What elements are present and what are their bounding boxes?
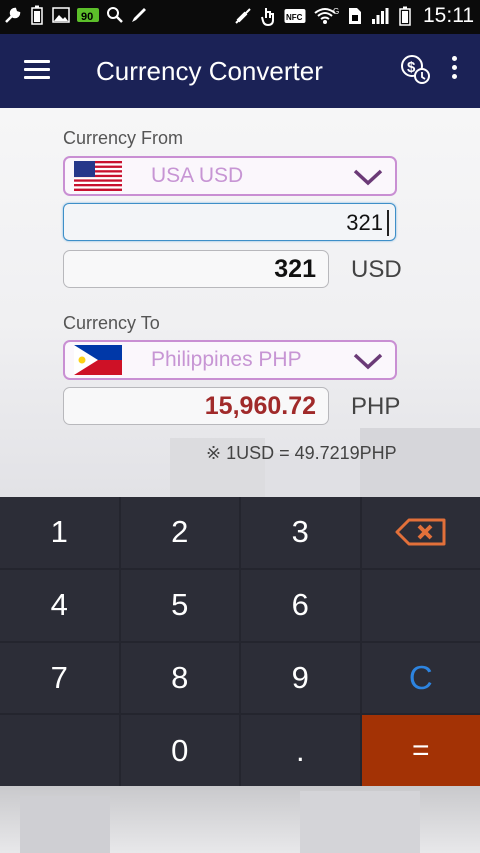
key-7[interactable]: 7 [0,642,119,714]
currency-to-select[interactable]: Philippines PHP [63,340,397,380]
background-building [20,796,110,853]
mute-icon [234,6,252,26]
app-title: Currency Converter [96,56,323,86]
wifi-icon: G [313,6,339,26]
chevron-down-icon [353,353,383,370]
search-icon [106,5,124,25]
image-icon [52,5,70,25]
key-3[interactable]: 3 [241,497,360,568]
key-decimal[interactable]: . [241,715,360,786]
to-result-value: 15,960.72 [204,392,316,420]
backspace-button[interactable] [361,497,480,568]
battery-level-icon: 90 [76,5,100,25]
bottom-background [0,786,480,853]
battery-icon [396,6,414,26]
status-bar: 90 NFC G 15:11 [0,0,480,34]
status-left-icons: 90 [4,5,148,25]
background-building [300,791,420,853]
key-1[interactable]: 1 [0,497,119,568]
nfc-icon: NFC [284,6,306,26]
currency-rate-icon[interactable]: $ [400,54,430,84]
to-result-box: 15,960.72 [63,387,329,425]
from-result-value: 321 [274,255,316,283]
text-caret [387,210,389,236]
empty-key [0,715,119,786]
currency-to-value: Philippines PHP [151,348,302,371]
app-bar: Currency Converter $ [0,34,480,108]
backspace-icon [395,518,446,546]
menu-icon[interactable] [24,60,50,80]
empty-key [361,569,480,641]
key-6[interactable]: 6 [241,569,360,641]
sim-icon [346,6,364,26]
key-9[interactable]: 9 [241,642,360,714]
keypad: 1 2 3 4 5 6 7 8 9 C 0 . = [0,497,480,786]
key-4[interactable]: 4 [0,569,119,641]
chevron-down-icon [353,169,383,186]
battery-icon [28,5,46,25]
currency-from-value: USA USD [151,164,244,187]
status-time: 15:11 [423,4,474,27]
key-2[interactable]: 2 [120,497,239,568]
amount-input[interactable]: 321 [63,203,396,241]
from-result-box: 321 [63,250,329,288]
signal-icon [371,6,389,26]
equals-button[interactable]: = [361,715,480,786]
currency-from-label: Currency From [63,128,184,148]
us-flag-icon [74,161,122,191]
key-0[interactable]: 0 [120,715,239,786]
exchange-rate-text: ※ 1USD = 49.7219PHP [206,443,397,463]
status-right-icons: NFC G 15:11 [234,4,474,28]
clear-button[interactable]: C [361,642,480,714]
to-currency-code: PHP [351,393,401,420]
from-currency-code: USD [351,256,402,283]
touch-icon [259,6,277,26]
svg-text:G: G [333,7,339,16]
more-options-icon[interactable] [450,56,458,84]
amount-input-value: 321 [346,210,383,235]
key-8[interactable]: 8 [120,642,239,714]
key-5[interactable]: 5 [120,569,239,641]
currency-to-label: Currency To [63,313,160,333]
philippines-flag-icon [74,345,122,375]
pen-icon [130,5,148,25]
currency-from-select[interactable]: USA USD [63,156,397,196]
svg-text:90: 90 [81,11,93,23]
nfc-label: NFC [286,13,303,22]
wrench-icon [4,5,22,25]
